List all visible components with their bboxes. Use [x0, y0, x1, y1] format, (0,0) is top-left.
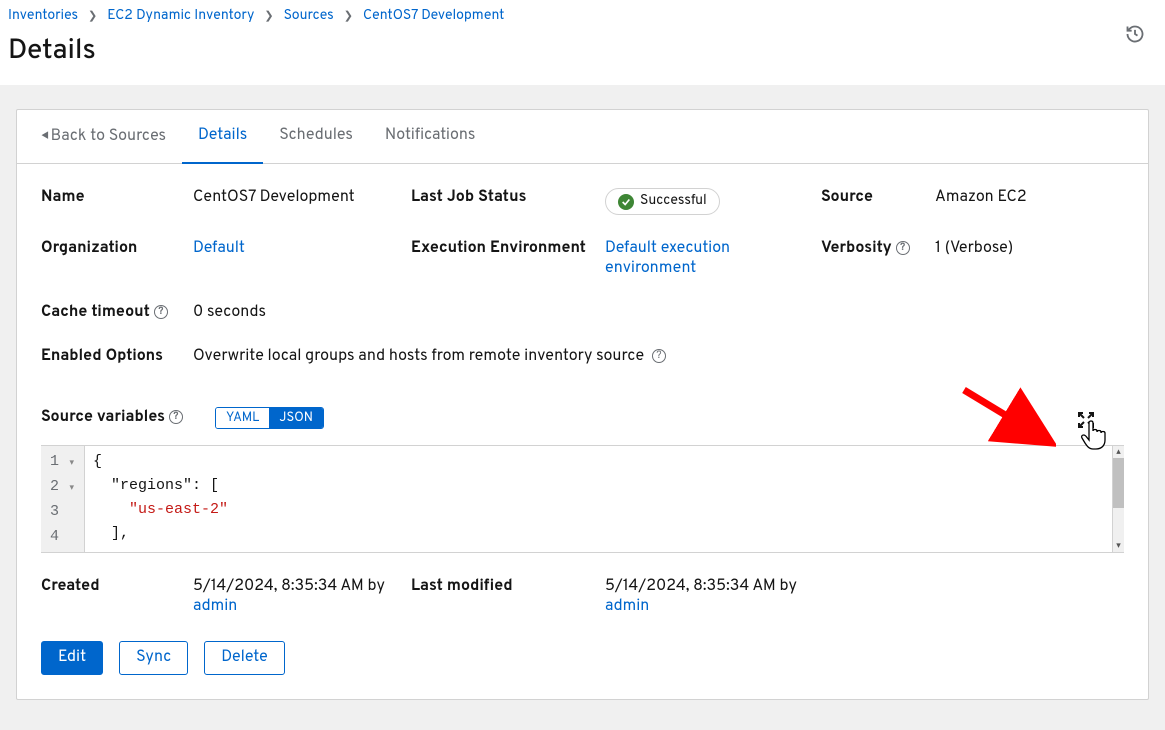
- breadcrumb: Inventories ❯ EC2 Dynamic Inventory ❯ So…: [8, 8, 1149, 25]
- sync-button[interactable]: Sync: [119, 641, 188, 675]
- verbosity-value: 1 (Verbose): [935, 239, 1124, 259]
- back-link-label: Back to Sources: [51, 127, 166, 147]
- tabs: ◀ Back to Sources Details Schedules Noti…: [17, 110, 1148, 164]
- details-grid: Name CentOS7 Development Last Job Status…: [17, 164, 1148, 407]
- enabled-options-label: Enabled Options: [41, 347, 193, 367]
- organization-label: Organization: [41, 239, 193, 259]
- check-circle-icon: [618, 194, 634, 210]
- verbosity-label: Verbosity?: [821, 239, 935, 259]
- action-buttons: Edit Sync Delete: [17, 617, 1148, 699]
- scroll-down-arrow[interactable]: ▾: [1113, 540, 1124, 552]
- edit-button[interactable]: Edit: [41, 641, 103, 675]
- execution-environment-label: Execution Environment: [411, 239, 605, 259]
- expand-button-overlay: [1078, 412, 1094, 434]
- help-icon[interactable]: ?: [896, 241, 910, 255]
- caret-left-icon: ◀: [41, 130, 49, 144]
- toggle-json[interactable]: JSON: [269, 408, 323, 428]
- breadcrumb-inventory-name[interactable]: EC2 Dynamic Inventory: [107, 8, 254, 25]
- breadcrumb-source-name[interactable]: CentOS7 Development: [363, 8, 505, 25]
- last-modified-by-link[interactable]: admin: [605, 597, 649, 617]
- page-title: Details: [8, 33, 1149, 69]
- back-to-sources-link[interactable]: ◀ Back to Sources: [41, 111, 182, 163]
- meta-row: Created 5/14/2024, 8:35:34 AM by admin L…: [17, 553, 1148, 617]
- chevron-right-icon: ❯: [88, 9, 97, 24]
- scroll-thumb[interactable]: [1113, 458, 1124, 508]
- details-card: ◀ Back to Sources Details Schedules Noti…: [16, 109, 1149, 700]
- editor-scrollbar[interactable]: ▴ ▾: [1112, 446, 1124, 552]
- code-gutter: 1 ▾ 2 ▾ 3 4: [41, 446, 85, 552]
- source-variables-label: Source variables?: [41, 408, 183, 428]
- last-modified-value: 5/14/2024, 8:35:34 AM by admin: [605, 577, 821, 617]
- page-header: Inventories ❯ EC2 Dynamic Inventory ❯ So…: [0, 0, 1165, 85]
- content-area: ◀ Back to Sources Details Schedules Noti…: [0, 85, 1165, 730]
- tab-schedules[interactable]: Schedules: [263, 110, 369, 164]
- delete-button[interactable]: Delete: [204, 641, 285, 675]
- last-job-status-pill[interactable]: Successful: [605, 188, 720, 215]
- organization-link[interactable]: Default: [193, 239, 245, 259]
- breadcrumb-inventories[interactable]: Inventories: [8, 8, 78, 25]
- yaml-json-toggle: YAML JSON: [215, 407, 324, 429]
- name-label: Name: [41, 188, 193, 208]
- annotation-arrow: [956, 382, 1056, 457]
- help-icon[interactable]: ?: [652, 349, 666, 363]
- execution-environment-link[interactable]: Default execution environment: [605, 239, 730, 279]
- code-editor[interactable]: 1 ▾ 2 ▾ 3 4 { "regions": [ "us-east-2" ]…: [41, 445, 1124, 553]
- cache-timeout-label: Cache timeout?: [41, 303, 193, 323]
- breadcrumb-sources[interactable]: Sources: [284, 8, 334, 25]
- last-modified-label: Last modified: [411, 577, 605, 597]
- cache-timeout-value: 0 seconds: [193, 303, 411, 323]
- name-value: CentOS7 Development: [193, 188, 411, 208]
- help-icon[interactable]: ?: [169, 410, 183, 424]
- scroll-up-arrow[interactable]: ▴: [1113, 446, 1124, 458]
- source-value: Amazon EC2: [935, 188, 1124, 208]
- source-label: Source: [821, 188, 935, 208]
- created-label: Created: [41, 577, 193, 597]
- history-icon[interactable]: [1125, 24, 1145, 51]
- help-icon[interactable]: ?: [154, 305, 168, 319]
- code-content[interactable]: { "regions": [ "us-east-2" ],: [85, 446, 1112, 552]
- cursor-hand-icon: [1080, 420, 1106, 455]
- created-by-link[interactable]: admin: [193, 597, 237, 617]
- toggle-yaml[interactable]: YAML: [216, 408, 269, 428]
- created-value: 5/14/2024, 8:35:34 AM by admin: [193, 577, 411, 617]
- tab-notifications[interactable]: Notifications: [369, 110, 491, 164]
- last-job-status-label: Last Job Status: [411, 188, 605, 208]
- chevron-right-icon: ❯: [264, 9, 273, 24]
- enabled-options-value: Overwrite local groups and hosts from re…: [193, 347, 1124, 367]
- chevron-right-icon: ❯: [344, 9, 353, 24]
- tab-details[interactable]: Details: [182, 110, 263, 164]
- status-text: Successful: [640, 193, 707, 210]
